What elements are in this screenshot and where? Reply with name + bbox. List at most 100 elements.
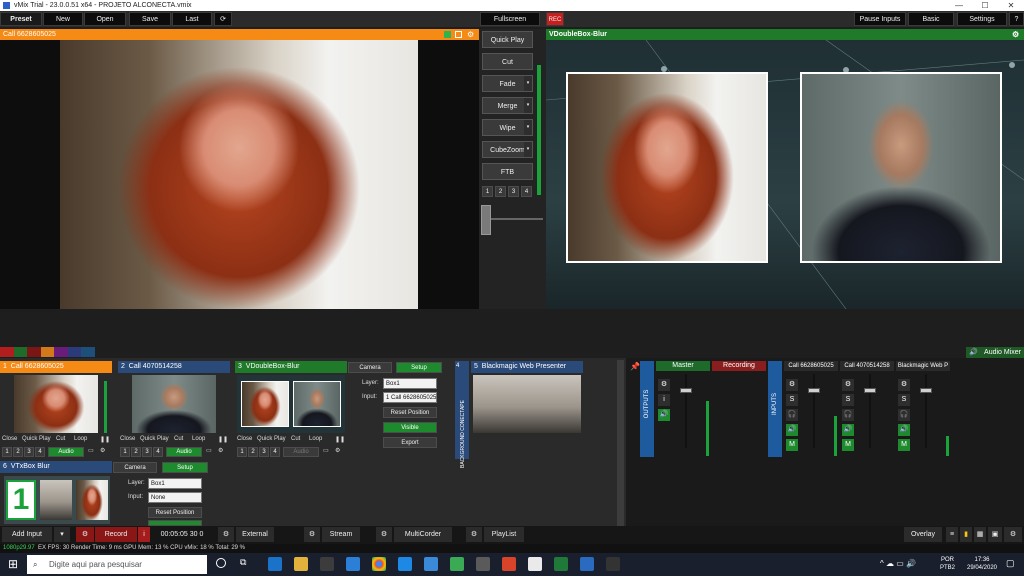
channel-1-mute-m[interactable]: M — [786, 439, 798, 451]
preset-button[interactable]: Preset — [0, 12, 42, 26]
transition-num-2[interactable]: 2 — [495, 186, 506, 197]
input-select[interactable]: 1 Call 6628605025 — [383, 392, 437, 403]
input-1-close-button[interactable]: Close — [2, 436, 20, 442]
excel-icon[interactable] — [554, 557, 568, 571]
input-3-close-button[interactable]: Close — [237, 436, 255, 442]
input-2-overlay-4[interactable]: 4 — [153, 447, 163, 457]
export-button[interactable]: Export — [383, 437, 437, 448]
input-1-gear-icon[interactable]: ⚙ — [100, 447, 105, 454]
t-bar-track[interactable] — [483, 218, 543, 220]
input-1-quick-play-button[interactable]: Quick Play — [22, 436, 54, 442]
input-panel-5[interactable]: 5 Blackmagic Web Presenter — [471, 361, 583, 459]
audio-mixer-toggle[interactable]: 🔊 Audio Mixer — [966, 347, 1024, 358]
save-button[interactable]: Save — [129, 12, 171, 26]
channel-1-speaker-icon[interactable]: 🔊 — [786, 424, 798, 436]
input-panel-4[interactable]: 4 BACKGROUND CONECTAPE — [455, 361, 469, 468]
preview-color-icon[interactable] — [444, 31, 451, 38]
multicorder-button[interactable]: MultiCorder — [394, 527, 452, 542]
external-button[interactable]: External — [236, 527, 274, 542]
input-2-cut-button[interactable]: Cut — [174, 436, 190, 442]
multiview-icon[interactable]: ▣ — [988, 527, 1002, 542]
help-button[interactable]: ? — [1009, 12, 1024, 26]
preview-window-icon[interactable] — [455, 31, 462, 38]
channel-2-fader-track[interactable] — [869, 374, 871, 448]
open-button[interactable]: Open — [84, 12, 126, 26]
channel-1-gear-icon[interactable]: ⚙ — [786, 379, 798, 391]
chrome-icon[interactable] — [372, 557, 386, 571]
refresh-icon[interactable]: ⟳ — [214, 12, 232, 26]
input-1-overlay-3[interactable]: 3 — [24, 447, 34, 457]
task-view-icon[interactable]: ⧉ — [240, 557, 246, 568]
chevron-down-icon[interactable]: ▾ — [524, 120, 532, 135]
input-3-monitor-icon[interactable]: ▭ — [323, 447, 329, 454]
playlist-button[interactable]: PlayList — [484, 527, 524, 542]
input-2-close-button[interactable]: Close — [120, 436, 138, 442]
external-gear-icon[interactable]: ⚙ — [218, 527, 234, 542]
list-view-icon[interactable]: ≡ — [946, 527, 958, 542]
settings-gear-icon[interactable]: ⚙ — [1004, 527, 1022, 542]
outputs-tab[interactable]: OUTPUTS — [640, 361, 654, 457]
playlist-gear-icon[interactable]: ⚙ — [466, 527, 482, 542]
input-panel-1[interactable]: 1 Call 6628605025 — [0, 361, 112, 459]
input-1-overlay-2[interactable]: 2 — [13, 447, 23, 457]
t-bar-handle[interactable] — [481, 205, 491, 235]
edge-icon[interactable] — [268, 557, 282, 571]
word-icon[interactable] — [580, 557, 594, 571]
input-panel-3[interactable]: 3 VDoubleBox-Blur — [235, 361, 347, 459]
input-2-monitor-icon[interactable]: ▭ — [206, 447, 212, 454]
transition-num-1[interactable]: 1 — [482, 186, 493, 197]
notepad-icon[interactable] — [528, 557, 542, 571]
windows-start-icon[interactable]: ⊞ — [8, 557, 18, 571]
transition-num-3[interactable]: 3 — [508, 186, 519, 197]
cortana-icon[interactable] — [216, 558, 226, 568]
app-icon-gray[interactable] — [476, 557, 490, 571]
channel-2-fader-knob[interactable] — [864, 388, 876, 393]
close-window-button[interactable]: ✕ — [998, 0, 1024, 11]
input-2-audio-button[interactable]: Audio — [166, 447, 202, 457]
input-2-overlay-3[interactable]: 3 — [142, 447, 152, 457]
add-input-button[interactable]: Add Input — [2, 527, 52, 542]
multicorder-gear-icon[interactable]: ⚙ — [376, 527, 392, 542]
master-gear-icon[interactable]: ⚙ — [658, 379, 670, 391]
input-6-header[interactable]: 6 VTxBox Blur — [0, 461, 112, 473]
transition-num-4[interactable]: 4 — [521, 186, 532, 197]
overlay-button[interactable]: Overlay — [904, 527, 942, 542]
record-button[interactable]: Record — [95, 527, 137, 542]
camera-button[interactable]: Camera — [348, 362, 392, 373]
wipe-button[interactable]: Wipe ▾ — [482, 119, 533, 136]
fullscreen-button[interactable]: Fullscreen — [480, 12, 540, 26]
input-3-gear-icon[interactable]: ⚙ — [335, 447, 340, 454]
input-3-audio-button[interactable]: Audio — [283, 447, 319, 457]
input-6-thumbnail[interactable]: 1 — [4, 476, 110, 524]
input-1-header[interactable]: 1 Call 6628605025 — [0, 361, 112, 373]
settings-button[interactable]: Settings — [957, 12, 1007, 26]
app-icon-green[interactable] — [450, 557, 464, 571]
fade-button[interactable]: Fade ▾ — [482, 75, 533, 92]
master-info-i[interactable]: i — [658, 394, 670, 406]
reset-position-button[interactable]: Reset Position — [383, 407, 437, 418]
input-2-loop-button[interactable]: Loop — [192, 436, 212, 442]
maximize-button[interactable]: ☐ — [972, 0, 998, 11]
taskbar-search-box[interactable]: ⌕ Digite aqui para pesquisar — [27, 555, 207, 574]
minimize-button[interactable]: — — [946, 0, 972, 11]
output-video[interactable] — [546, 40, 1024, 309]
input-1-overlay-1[interactable]: 1 — [2, 447, 12, 457]
input-3-overlay-2[interactable]: 2 — [248, 447, 258, 457]
output-gear-icon[interactable]: ⚙ — [1012, 29, 1019, 40]
channel-3-speaker-icon[interactable]: 🔊 — [898, 424, 910, 436]
setup-button-6[interactable]: Setup — [162, 462, 208, 473]
channel-2-headphones-icon[interactable]: 🎧 — [842, 409, 854, 421]
channel-3-solo-s[interactable]: S — [898, 394, 910, 406]
camera-button-6[interactable]: Camera — [113, 462, 157, 473]
input-1-overlay-4[interactable]: 4 — [35, 447, 45, 457]
basic-button[interactable]: Basic — [908, 12, 954, 26]
channel-1-headphones-icon[interactable]: 🎧 — [786, 409, 798, 421]
input-3-overlay-4[interactable]: 4 — [270, 447, 280, 457]
channel-3-fader-knob[interactable] — [920, 388, 932, 393]
cut-button[interactable]: Cut — [482, 53, 533, 70]
input-1-cut-button[interactable]: Cut — [56, 436, 72, 442]
last-button[interactable]: Last — [172, 12, 212, 26]
input-2-pause-icon[interactable]: ❚❚ — [218, 436, 228, 443]
bars-view-icon[interactable]: ▮ — [960, 527, 972, 542]
input-3-pause-icon[interactable]: ❚❚ — [335, 436, 345, 443]
